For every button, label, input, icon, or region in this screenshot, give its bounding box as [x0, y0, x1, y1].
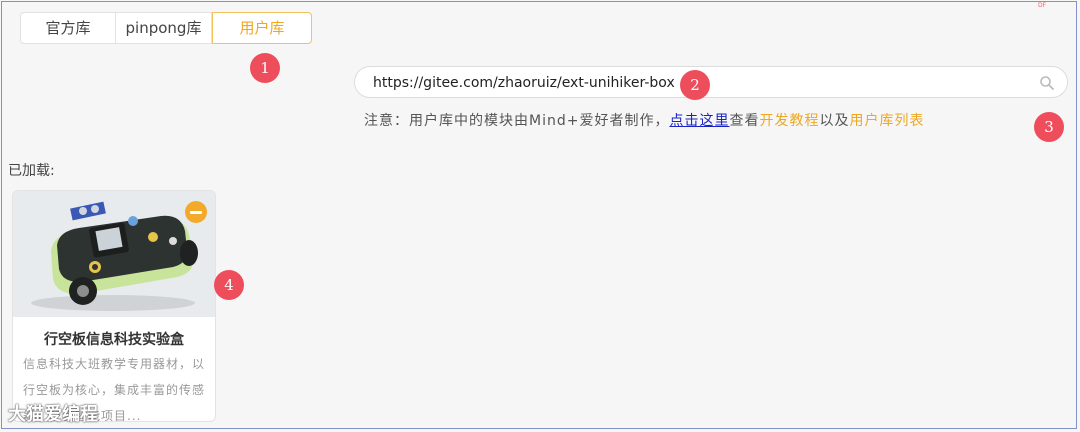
user-library-list-link[interactable]: 用户库列表 [849, 113, 924, 129]
tab-user[interactable]: 用户库 [212, 12, 312, 44]
dev-tutorial-link[interactable]: 开发教程 [759, 113, 819, 129]
note-middle: 查看 [729, 113, 760, 129]
corner-logo: DF [1038, 2, 1047, 9]
search-bar [354, 66, 1068, 98]
annotation-marker-2: 2 [680, 70, 710, 100]
tab-pinpong[interactable]: pinpong库 [116, 12, 212, 44]
annotation-marker-1: 1 [250, 53, 280, 83]
card-title: 行空板信息科技实验盒 [44, 332, 184, 348]
library-tabs: 官方库 pinpong库 用户库 [20, 12, 312, 44]
remove-extension-button[interactable] [185, 201, 207, 223]
tab-official[interactable]: 官方库 [20, 12, 116, 44]
annotation-marker-3: 3 [1034, 112, 1064, 142]
note-prefix: 注意：用户库中的模块由Mind+爱好者制作， [364, 113, 670, 129]
user-library-note: 注意：用户库中的模块由Mind+爱好者制作，点击这里查看开发教程以及用户库列表 [364, 110, 924, 130]
extension-card[interactable]: 行空板信息科技实验盒 信息科技大班教学专用器材，以行空板为核心，集成丰富的传感器… [12, 190, 216, 422]
annotation-marker-4: 4 [214, 270, 244, 300]
search-icon[interactable] [1039, 75, 1055, 91]
watermark: 大猫爱编程 [8, 404, 98, 425]
note-joiner: 以及 [819, 113, 850, 129]
loaded-label: 已加载: [8, 163, 55, 179]
click-here-link[interactable]: 点击这里 [669, 113, 729, 129]
